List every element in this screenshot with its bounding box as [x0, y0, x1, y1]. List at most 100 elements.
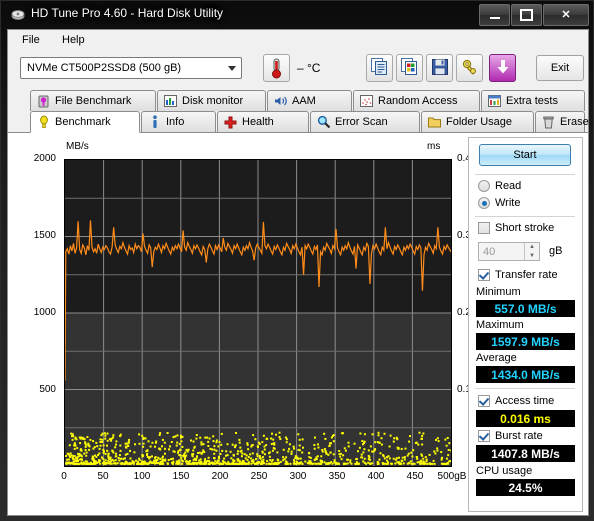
- checkbox-access-time-icon: [478, 395, 490, 407]
- radio-read-icon: [478, 180, 490, 192]
- short-stroke-unit: gB: [549, 245, 563, 257]
- menu-bar: File Help: [8, 30, 588, 50]
- checkbox-burst-rate[interactable]: Burst rate: [478, 430, 543, 442]
- tab-extra-tests[interactable]: Extra tests: [481, 90, 585, 111]
- close-button[interactable]: ✕: [543, 4, 589, 26]
- cpu-usage-label: CPU usage: [476, 465, 533, 477]
- ytick-2000: 2000: [33, 153, 56, 164]
- tab-folder-usage-label: Folder Usage: [446, 116, 513, 128]
- menu-file[interactable]: File: [16, 33, 46, 47]
- exit-button[interactable]: Exit: [536, 55, 584, 81]
- tab-health[interactable]: Health: [217, 111, 309, 132]
- start-button-label: Start: [513, 149, 537, 161]
- stepper-up-icon[interactable]: ▲: [525, 243, 539, 252]
- radio-read[interactable]: Read: [478, 180, 521, 192]
- download-button[interactable]: [489, 54, 516, 82]
- tab-folder-usage[interactable]: Folder Usage: [421, 111, 534, 132]
- ytick-500: 500: [39, 384, 56, 395]
- copy-image-button[interactable]: [396, 54, 423, 82]
- xtick-0: 0: [61, 471, 67, 482]
- error-scan-icon: [316, 115, 331, 129]
- radio-write-icon: [478, 197, 490, 209]
- tab-info[interactable]: Info: [141, 111, 216, 132]
- minimize-button[interactable]: [479, 4, 510, 26]
- checkbox-access-time[interactable]: Access time: [478, 395, 554, 407]
- tab-row-lower: Benchmark Info Health Error Scan Folder …: [8, 111, 589, 133]
- tab-file-benchmark-label: File Benchmark: [55, 95, 132, 107]
- maximum-value: 1597.9 MB/s: [476, 333, 575, 350]
- checkbox-burst-rate-label: Burst rate: [495, 430, 543, 442]
- tab-health-label: Health: [242, 116, 274, 128]
- xtick-200: 200: [211, 471, 229, 482]
- stepper-down-icon[interactable]: ▼: [525, 252, 539, 261]
- chart-ylabel-right: ms: [427, 141, 441, 152]
- xtick-350: 350: [328, 471, 346, 482]
- tab-benchmark[interactable]: Benchmark: [30, 111, 140, 133]
- ytick-1500: 1500: [33, 230, 56, 241]
- checkbox-burst-rate-icon: [478, 430, 490, 442]
- minimum-label: Minimum: [476, 286, 521, 298]
- average-label: Average: [476, 352, 517, 364]
- chart-plot-area: [64, 159, 452, 467]
- benchmark-icon: [36, 115, 51, 129]
- tab-erase[interactable]: Erase: [535, 111, 589, 132]
- random-access-icon: [359, 94, 374, 108]
- copy-text-button[interactable]: [366, 54, 393, 82]
- disk-monitor-icon: [163, 94, 178, 108]
- drive-select-value: NVMe CT500P2SSD8 (500 gB): [27, 62, 182, 74]
- erase-icon: [541, 115, 556, 129]
- window-title: HD Tune Pro 4.60 - Hard Disk Utility: [31, 6, 224, 20]
- menu-help[interactable]: Help: [56, 33, 91, 47]
- ytick-1000: 1000: [33, 307, 56, 318]
- checkbox-transfer-rate[interactable]: Transfer rate: [478, 269, 558, 281]
- drive-select[interactable]: NVMe CT500P2SSD8 (500 gB): [20, 57, 242, 79]
- maximize-button[interactable]: [511, 4, 542, 26]
- client-area: File Help NVMe CT500P2SSD8 (500 gB) – °C: [7, 29, 589, 516]
- tab-disk-monitor-label: Disk monitor: [182, 95, 244, 107]
- tab-error-scan-label: Error Scan: [335, 116, 388, 128]
- short-stroke-stepper-buttons[interactable]: ▲ ▼: [524, 243, 539, 260]
- benchmark-chart: MB/s ms 2000 1500 1000 500 0.40 0.30 0.2…: [18, 139, 477, 511]
- tools-button[interactable]: [456, 54, 483, 82]
- xtick-250: 250: [250, 471, 268, 482]
- burst-rate-value: 1407.8 MB/s: [476, 445, 575, 462]
- tab-erase-label: Erase: [560, 116, 589, 128]
- short-stroke-stepper[interactable]: 40 ▲ ▼: [478, 242, 540, 261]
- radio-write-label: Write: [495, 197, 521, 209]
- xtick-100: 100: [133, 471, 151, 482]
- xtick-500: 500gB: [437, 471, 467, 482]
- info-icon: [147, 115, 162, 129]
- tab-aam[interactable]: AAM: [267, 90, 352, 111]
- menu-help-label: Help: [62, 34, 85, 46]
- access-time-value: 0.016 ms: [476, 410, 575, 427]
- tab-aam-label: AAM: [292, 95, 316, 107]
- short-stroke-value: 40: [483, 245, 496, 258]
- menu-file-label: File: [22, 34, 40, 46]
- health-icon: [223, 115, 238, 129]
- minimum-value: 557.0 MB/s: [476, 300, 575, 317]
- xtick-150: 150: [172, 471, 190, 482]
- xtick-50: 50: [97, 471, 109, 482]
- tab-random-access[interactable]: Random Access: [353, 90, 480, 111]
- chevron-down-icon: [228, 66, 236, 71]
- temperature-value: – °C: [297, 61, 321, 75]
- folder-usage-icon: [427, 115, 442, 129]
- xtick-400: 400: [367, 471, 385, 482]
- save-button[interactable]: [426, 54, 453, 82]
- window-controls: ✕: [478, 4, 589, 26]
- tab-file-benchmark[interactable]: File Benchmark: [30, 90, 156, 111]
- file-benchmark-icon: [36, 94, 51, 108]
- app-window: HD Tune Pro 4.60 - Hard Disk Utility ✕ F…: [0, 0, 594, 521]
- temperature-button[interactable]: [263, 54, 290, 82]
- start-button[interactable]: Start: [479, 144, 571, 166]
- xtick-450: 450: [406, 471, 424, 482]
- extra-tests-icon: [487, 94, 502, 108]
- checkbox-short-stroke[interactable]: Short stroke: [478, 222, 554, 234]
- exit-button-label: Exit: [550, 62, 570, 74]
- radio-write[interactable]: Write: [478, 197, 520, 209]
- tab-random-access-label: Random Access: [378, 95, 458, 107]
- tab-error-scan[interactable]: Error Scan: [310, 111, 420, 132]
- chart-ylabel-left: MB/s: [66, 141, 89, 152]
- copy-text-icon: [370, 57, 389, 79]
- tab-disk-monitor[interactable]: Disk monitor: [157, 90, 266, 111]
